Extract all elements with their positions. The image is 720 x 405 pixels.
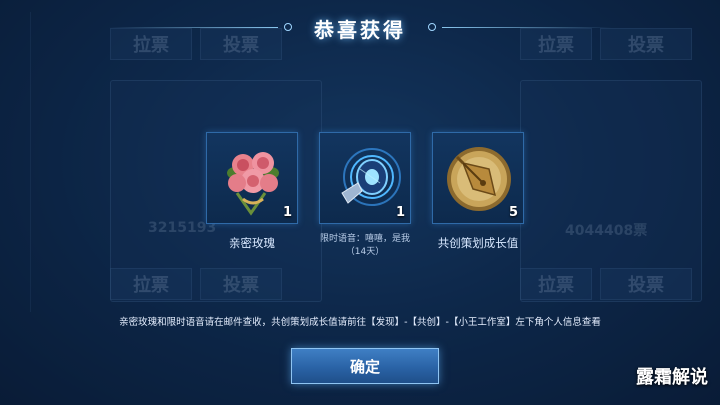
reward-item-label: 共创策划成长值 [437,236,519,250]
reward-item-voice[interactable]: 1 [319,132,411,224]
reward-item-growth[interactable]: 5 [432,132,524,224]
dialog-title-bar: 恭喜获得 [0,12,720,44]
title-ornament-right [428,23,436,31]
reward-count: 1 [282,205,292,220]
reward-item-rose[interactable]: 1 [206,132,298,224]
title-divider-right [442,27,612,28]
reward-notice-text: 亲密玫瑰和限时语音请在邮件查收，共创策划成长值请前往【发现】-【共创】-【小王工… [119,317,601,328]
confirm-button[interactable]: 确定 [291,348,439,384]
watermark-text: 露霜解说 [636,367,708,388]
reward-count: 1 [395,205,405,220]
dialog-title: 恭喜获得 [314,17,406,42]
reward-count: 5 [508,205,518,220]
